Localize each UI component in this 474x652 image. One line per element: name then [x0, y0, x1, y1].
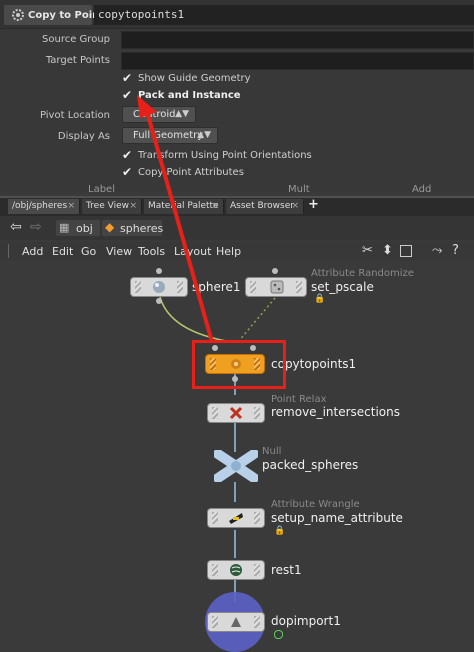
packed-type: Null: [262, 446, 282, 457]
remove-intersections-node[interactable]: [207, 403, 265, 423]
lock-icon: 🔒: [274, 526, 286, 536]
setup-name-attribute-label: setup_name_attribute: [271, 511, 403, 525]
status-icon: [274, 630, 283, 639]
rest-icon: [230, 564, 242, 576]
wrangle-icon: [229, 513, 243, 524]
packed-spheres-label: packed_spheres: [262, 458, 359, 472]
null-node[interactable]: [214, 450, 258, 482]
remove-intersections-label: remove_intersections: [271, 405, 400, 419]
dopimport1-label: dopimport1: [271, 614, 341, 628]
rest1-label: rest1: [271, 563, 302, 577]
annotation-arrow: [137, 95, 214, 343]
dopimport1-node[interactable]: [207, 612, 265, 632]
setup-type: Attribute Wrangle: [271, 499, 360, 510]
relax-icon: [229, 406, 243, 420]
rest1-node[interactable]: [207, 560, 265, 580]
setup-name-attribute-node[interactable]: [207, 508, 265, 528]
dop-icon: [231, 617, 241, 627]
